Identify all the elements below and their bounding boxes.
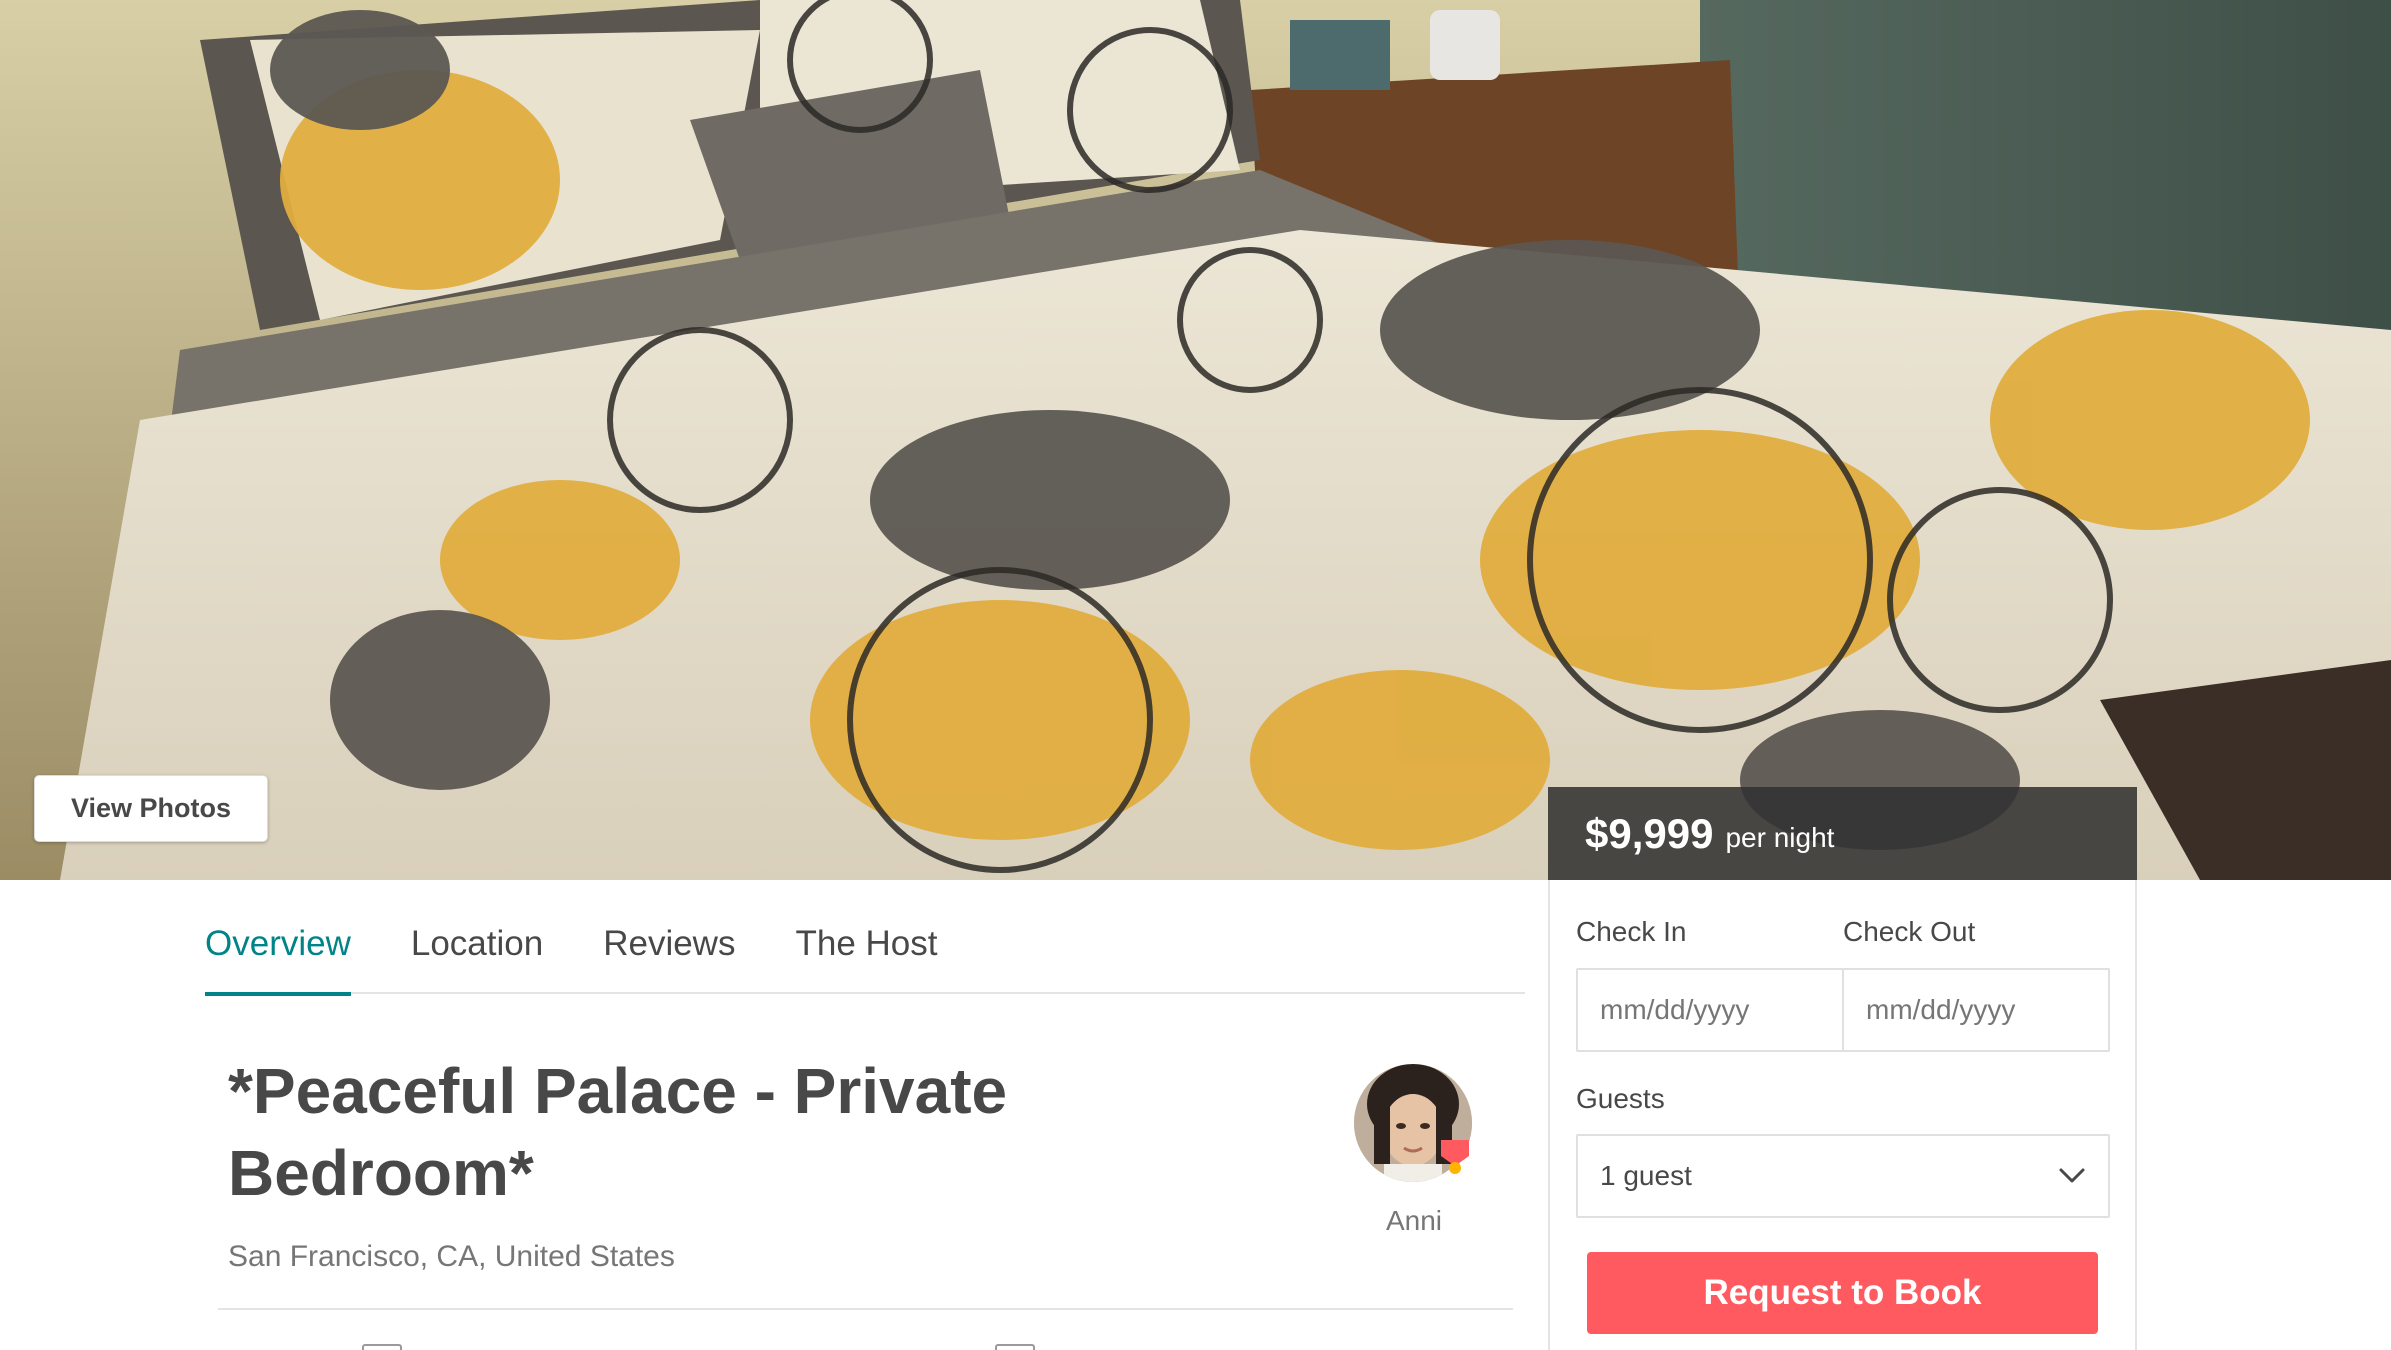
amenity-icon	[995, 1344, 1035, 1350]
tab-overview[interactable]: Overview	[205, 910, 351, 996]
view-photos-button[interactable]: View Photos	[34, 775, 268, 842]
guests-value: 1 guest	[1600, 1160, 1692, 1191]
tab-the-host[interactable]: The Host	[795, 910, 937, 994]
request-to-book-button[interactable]: Request to Book	[1587, 1252, 2098, 1334]
check-out-label: Check Out	[1843, 916, 1976, 947]
price-unit: per night	[1725, 821, 1835, 853]
tab-location[interactable]: Location	[411, 910, 543, 994]
listing-location: San Francisco, CA, United States	[228, 1240, 675, 1273]
listing-tabs: Overview Location Reviews The Host	[205, 910, 1525, 996]
guests-select[interactable]: 1 guest	[1576, 1134, 2110, 1218]
hero-photo[interactable]: View Photos $9,999 per night	[0, 0, 2391, 880]
booking-panel: Check In Check Out mm/dd/yyyy mm/dd/yyyy…	[1548, 880, 2137, 1350]
guests-label: Guests	[1576, 1083, 1665, 1114]
chevron-down-icon	[2059, 1168, 2085, 1183]
bedroom-photo	[0, 0, 2391, 880]
check-in-label: Check In	[1576, 916, 1687, 947]
superhost-badge-icon	[1441, 1140, 1469, 1174]
host-name[interactable]: Anni	[1354, 1205, 1474, 1237]
date-range-field: mm/dd/yyyy mm/dd/yyyy	[1576, 968, 2110, 1052]
price-amount: $9,999	[1585, 809, 1714, 857]
amenity-icon	[362, 1344, 402, 1350]
price-bar: $9,999 per night	[1548, 787, 2137, 880]
check-out-input[interactable]: mm/dd/yyyy	[1842, 970, 2108, 1050]
check-in-input[interactable]: mm/dd/yyyy	[1578, 970, 1842, 1050]
section-divider	[218, 1308, 1513, 1310]
listing-title: *Peaceful Palace - Private Bedroom*	[228, 1055, 1008, 1209]
tab-reviews[interactable]: Reviews	[603, 910, 735, 994]
